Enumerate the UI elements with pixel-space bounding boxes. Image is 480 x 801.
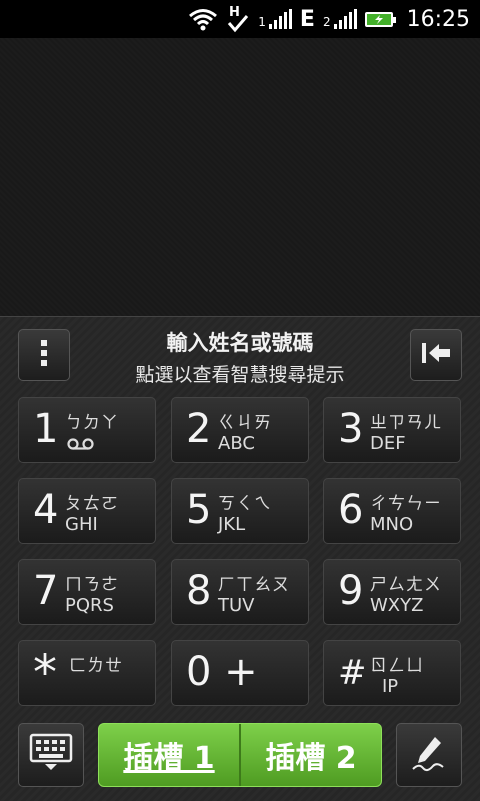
svg-text:H: H: [229, 5, 240, 20]
hint-subtitle[interactable]: 點選以查看智慧搜尋提示: [90, 360, 390, 387]
signal-sim2-icon: 2: [323, 9, 357, 29]
sim-slot-bar: 插槽 1 插槽 2: [98, 723, 382, 787]
call-slot-2-button[interactable]: 插槽 2: [239, 724, 381, 786]
handwriting-button[interactable]: [396, 723, 462, 787]
keyboard-toggle-button[interactable]: [18, 723, 84, 787]
hint-title[interactable]: 輸入姓名或號碼: [90, 327, 390, 357]
key-7[interactable]: 7 ㄇㄋㄜ PQRS: [18, 559, 156, 625]
status-bar: H 1 E 2 16:25: [0, 0, 480, 38]
key-2[interactable]: 2 ㄍㄐㄞ ABC: [171, 397, 309, 463]
key-3[interactable]: 3 ㄓㄗㄢㄦ DEF: [323, 397, 461, 463]
backspace-icon: [419, 340, 453, 370]
keyboard-icon: [29, 733, 73, 777]
key-8[interactable]: 8 ㄏㄒㄠㄡ TUV: [171, 559, 309, 625]
wifi-icon: [188, 7, 218, 31]
battery-icon: [364, 11, 396, 27]
clock: 16:25: [406, 6, 470, 32]
network-type: E: [299, 6, 315, 32]
key-1[interactable]: 1 ㄅㄉㄚ: [18, 397, 156, 463]
menu-button[interactable]: [18, 329, 70, 381]
key-star[interactable]: * ㄈㄌㄝ: [18, 640, 156, 706]
signal-sim1-icon: 1: [258, 9, 292, 29]
key-6[interactable]: 6 ㄔㄘㄣㄧ MNO: [323, 478, 461, 544]
sync-check-icon: H: [226, 4, 250, 34]
pen-icon: [409, 733, 449, 777]
call-slot-1-button[interactable]: 插槽 1: [99, 724, 239, 786]
key-hash[interactable]: # ㄖㄥㄩ IP: [323, 640, 461, 706]
number-display[interactable]: [0, 38, 480, 316]
key-9[interactable]: 9 ㄕㄙㄤㄨ WXYZ: [323, 559, 461, 625]
dialpad-panel: 輸入姓名或號碼 點選以查看智慧搜尋提示 1 ㄅㄉㄚ 2 ㄍㄐㄞ ABC 3 ㄓㄗ…: [0, 316, 480, 801]
key-4[interactable]: 4 ㄆㄊㄛ GHI: [18, 478, 156, 544]
backspace-button[interactable]: [410, 329, 462, 381]
menu-dots-icon: [39, 338, 49, 372]
voicemail-icon: [67, 436, 95, 455]
key-5[interactable]: 5 ㄎㄑㄟ JKL: [171, 478, 309, 544]
key-0[interactable]: 0 +: [171, 640, 309, 706]
